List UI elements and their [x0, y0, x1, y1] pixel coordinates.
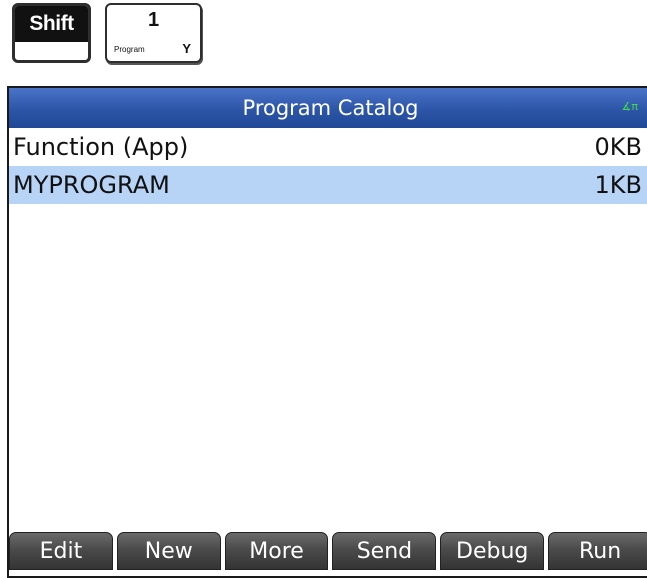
program-name: MYPROGRAM — [13, 171, 170, 199]
program-key-label: Program — [114, 45, 145, 54]
title-bar: Program Catalog ∡π — [9, 88, 647, 128]
shift-key-label: Shift — [15, 6, 88, 42]
program-key-number: 1 — [147, 9, 160, 31]
program-size: 0KB — [594, 133, 642, 161]
shift-key[interactable]: Shift — [12, 3, 91, 63]
send-button[interactable]: Send — [332, 532, 437, 570]
debug-button[interactable]: Debug — [440, 532, 545, 570]
program-row-myprogram[interactable]: MYPROGRAM 1KB — [9, 166, 647, 204]
program-row-function-app[interactable]: Function (App) 0KB — [9, 128, 647, 166]
new-button[interactable]: New — [116, 532, 221, 570]
angle-mode-icon: ∡π — [621, 100, 638, 113]
program-key[interactable]: 1 Program Y — [105, 3, 202, 63]
edit-button[interactable]: Edit — [9, 532, 113, 570]
run-button[interactable]: Run — [548, 532, 647, 570]
softkey-menu: Edit New More Send Debug Run — [9, 532, 647, 570]
program-size: 1KB — [594, 171, 642, 199]
calculator-screen: Program Catalog ∡π Function (App) 0KB MY… — [7, 86, 647, 578]
program-key-alpha: Y — [182, 41, 191, 56]
screen-title: Program Catalog — [242, 96, 419, 120]
program-list: Function (App) 0KB MYPROGRAM 1KB — [9, 128, 647, 204]
more-button[interactable]: More — [224, 532, 329, 570]
program-name: Function (App) — [13, 133, 189, 161]
